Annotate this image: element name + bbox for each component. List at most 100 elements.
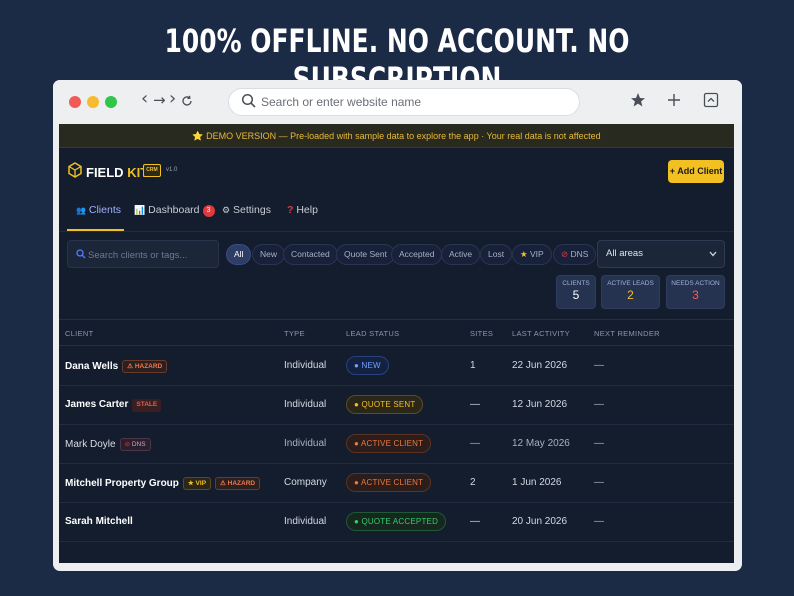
- no-entry-icon: ⊘: [124, 441, 131, 448]
- sites-cell: 2: [470, 477, 476, 488]
- chart-icon: 📊: [134, 205, 146, 215]
- address-bar[interactable]: [228, 88, 580, 116]
- client-search[interactable]: [67, 240, 219, 268]
- tab-overview-icon[interactable]: [703, 92, 719, 108]
- stat-active-leads: ACTIVE LEADS 2: [601, 275, 660, 309]
- logo-text: FIELD KIT: [86, 165, 149, 180]
- reminder-cell: —: [594, 399, 604, 410]
- header-lead-status[interactable]: LEAD STATUS: [346, 329, 399, 338]
- status-badge: ● QUOTE SENT: [346, 395, 424, 414]
- sites-cell: —: [470, 399, 480, 410]
- last-activity-cell: 22 Jun 2026: [512, 360, 568, 371]
- type-cell: Individual: [284, 360, 327, 371]
- version-label: v1.0: [166, 167, 178, 173]
- header-type[interactable]: TYPE: [284, 329, 305, 338]
- tab-divider: [59, 231, 734, 232]
- table-row[interactable]: Sarah Mitchell Individual ● QUOTE ACCEPT…: [59, 503, 734, 542]
- stat-needs-action: NEEDS ACTION 3: [666, 275, 725, 309]
- demo-banner: ⭐ DEMO VERSION — Pre-loaded with sample …: [59, 124, 734, 148]
- app-viewport: ⭐ DEMO VERSION — Pre-loaded with sample …: [59, 124, 734, 563]
- chevron-down-icon: [709, 251, 717, 257]
- filter-lost[interactable]: Lost: [480, 244, 513, 265]
- last-activity-cell: 12 May 2026: [512, 438, 570, 449]
- vip-tag: ★ VIP: [182, 477, 212, 490]
- header-client[interactable]: CLIENT: [65, 329, 93, 338]
- table-row[interactable]: Mitchell Property Group ★ VIP ⚠ HAZARD Com…: [59, 464, 734, 503]
- reminder-cell: —: [594, 438, 604, 449]
- sites-cell: —: [470, 516, 480, 527]
- back-icon[interactable]: ‹: [141, 88, 148, 109]
- filter-contacted[interactable]: Contacted: [283, 244, 338, 265]
- client-name-cell: James Carter STALE: [65, 399, 162, 412]
- type-cell: Individual: [284, 399, 327, 410]
- crm-badge: CRM: [143, 164, 161, 177]
- tab-bar: 👥 Clients 📊 Dashboard 3 ⚙ Settings ? Help: [67, 196, 727, 232]
- header-next-reminder[interactable]: NEXT REMINDER: [594, 329, 660, 338]
- table-row[interactable]: Dana Wells ⚠ HAZARD Individual ● NEW 1 22…: [59, 347, 734, 386]
- people-icon: 👥: [76, 206, 86, 215]
- filter-vip[interactable]: ★ VIP: [512, 244, 552, 265]
- maximize-window-button[interactable]: [105, 96, 117, 108]
- stale-tag: STALE: [132, 399, 162, 412]
- last-activity-cell: 20 Jun 2026: [512, 516, 568, 527]
- browser-toolbar: ‹ → ›: [53, 80, 742, 124]
- filter-new[interactable]: New: [252, 244, 286, 265]
- client-name-cell: Sarah Mitchell: [65, 516, 133, 527]
- status-badge: ● ACTIVE CLIENT: [346, 473, 432, 492]
- reminder-cell: —: [594, 516, 604, 527]
- status-badge: ● NEW: [346, 356, 389, 375]
- close-window-button[interactable]: [69, 96, 81, 108]
- header-last-activity[interactable]: LAST ACTIVITY: [512, 329, 570, 338]
- table-header: CLIENT TYPE LEAD STATUS SITES LAST ACTIV…: [59, 319, 734, 346]
- table-row[interactable]: James Carter STALE Individual ● QUOTE SEN…: [59, 386, 734, 425]
- filter-dns[interactable]: ⊘ DNS: [553, 244, 597, 265]
- filter-active[interactable]: Active: [441, 244, 481, 265]
- client-name-cell: Dana Wells ⚠ HAZARD: [65, 360, 168, 373]
- reminder-cell: —: [594, 477, 604, 488]
- last-activity-cell: 12 Jun 2026: [512, 399, 568, 410]
- stat-clients: CLIENTS 5: [556, 275, 596, 309]
- minimize-window-button[interactable]: [87, 96, 99, 108]
- question-icon: ?: [287, 204, 294, 216]
- client-name-cell: Mitchell Property Group ★ VIP ⚠ HAZARD: [65, 477, 261, 490]
- forward-icon[interactable]: ›: [169, 88, 176, 109]
- tab-clients[interactable]: 👥 Clients: [76, 204, 121, 216]
- client-name-cell: Mark Doyle ⊘ DNS: [65, 438, 151, 451]
- new-tab-icon[interactable]: [666, 92, 682, 108]
- sites-cell: 1: [470, 360, 476, 371]
- last-activity-cell: 1 Jun 2026: [512, 477, 562, 488]
- cube-icon: [68, 162, 82, 178]
- hazard-tag: ⚠ HAZARD: [215, 477, 261, 490]
- tab-dashboard[interactable]: 📊 Dashboard 3: [134, 204, 215, 217]
- star-icon[interactable]: [630, 92, 646, 108]
- table-row[interactable]: Mark Doyle ⊘ DNS Individual ● ACTIVE CLIE…: [59, 425, 734, 464]
- reload-icon[interactable]: [181, 95, 193, 107]
- type-cell: Individual: [284, 516, 327, 527]
- search-icon: [76, 249, 86, 259]
- client-search-input[interactable]: [88, 247, 216, 263]
- type-cell: Company: [284, 477, 327, 488]
- filter-accepted[interactable]: Accepted: [391, 244, 443, 265]
- browser-window: ‹ → › ⭐ DEMO VERSION — Pre-loaded with s…: [53, 80, 742, 571]
- tab-settings[interactable]: ⚙ Settings: [222, 204, 271, 216]
- arrow-right-icon[interactable]: →: [153, 91, 166, 109]
- add-client-button[interactable]: + Add Client: [668, 160, 724, 183]
- tab-help[interactable]: ? Help: [287, 204, 318, 216]
- no-entry-icon: ⊘: [561, 249, 569, 259]
- header-sites[interactable]: SITES: [470, 329, 493, 338]
- status-badge: ● QUOTE ACCEPTED: [346, 512, 447, 531]
- star-icon: ★: [520, 249, 528, 259]
- filter-all[interactable]: All: [226, 244, 252, 265]
- reminder-cell: —: [594, 360, 604, 371]
- status-badge: ● ACTIVE CLIENT: [346, 434, 432, 453]
- gear-icon: ⚙: [222, 205, 231, 215]
- area-select[interactable]: All areas: [597, 240, 725, 268]
- search-icon: [241, 93, 256, 108]
- address-input[interactable]: [261, 92, 561, 112]
- dashboard-count-badge: 3: [202, 205, 215, 217]
- hazard-tag: ⚠ HAZARD: [122, 360, 168, 373]
- star-icon: ★: [187, 480, 194, 487]
- sites-cell: —: [470, 438, 480, 449]
- filter-quote-sent[interactable]: Quote Sent: [336, 244, 396, 265]
- area-select-value: All areas: [606, 248, 643, 259]
